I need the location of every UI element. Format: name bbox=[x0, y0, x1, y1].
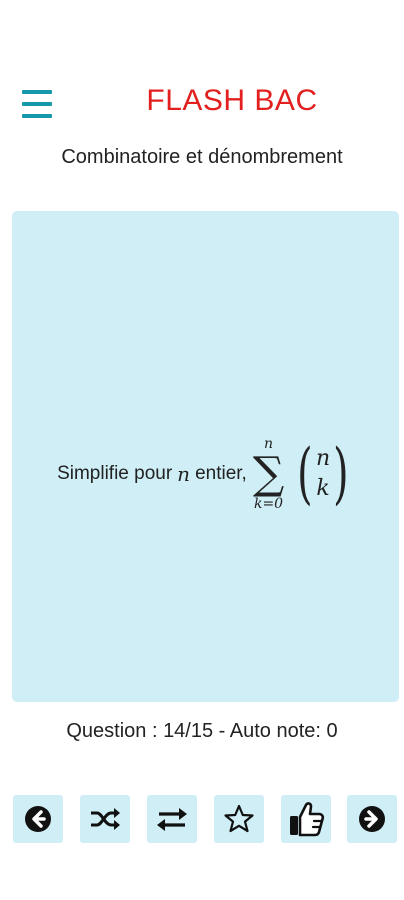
favorite-button[interactable] bbox=[214, 795, 264, 843]
like-button[interactable] bbox=[281, 795, 331, 843]
swap-button[interactable] bbox=[147, 795, 197, 843]
shuffle-icon bbox=[91, 808, 120, 830]
question-prefix: Simplifie pour bbox=[57, 462, 173, 484]
sum-sign: ∑ bbox=[252, 447, 285, 499]
next-button[interactable] bbox=[347, 795, 397, 843]
left-paren: ( bbox=[297, 434, 313, 512]
binomial-coefficient: ( n k ) bbox=[292, 434, 354, 512]
binom-top: n bbox=[316, 445, 331, 471]
binom-bottom: k bbox=[316, 475, 330, 501]
arrow-right-icon bbox=[359, 806, 385, 832]
question-text: Simplifie pour n entier, n ∑ k=0 ( n k ) bbox=[57, 437, 354, 511]
sum-lower-bound: k=0 bbox=[253, 495, 284, 512]
arrow-left-icon bbox=[25, 806, 51, 832]
shuffle-button[interactable] bbox=[80, 795, 130, 843]
toolbar bbox=[13, 795, 397, 843]
previous-button[interactable] bbox=[13, 795, 63, 843]
app-title: FLASH BAC bbox=[146, 84, 318, 117]
right-paren: ) bbox=[333, 434, 349, 512]
flashcard[interactable]: Simplifie pour n entier, n ∑ k=0 ( n k ) bbox=[12, 211, 399, 702]
math-variable: n bbox=[177, 461, 191, 486]
swap-icon bbox=[157, 808, 187, 831]
question-status: Question : 14/15 - Auto note: 0 bbox=[66, 720, 338, 742]
star-icon bbox=[224, 804, 254, 833]
question-suffix: entier, bbox=[195, 462, 247, 484]
page-subtitle: Combinatoire et dénombrement bbox=[61, 146, 343, 168]
thumbs-up-icon bbox=[290, 802, 325, 837]
summation: n ∑ k=0 bbox=[253, 437, 284, 511]
